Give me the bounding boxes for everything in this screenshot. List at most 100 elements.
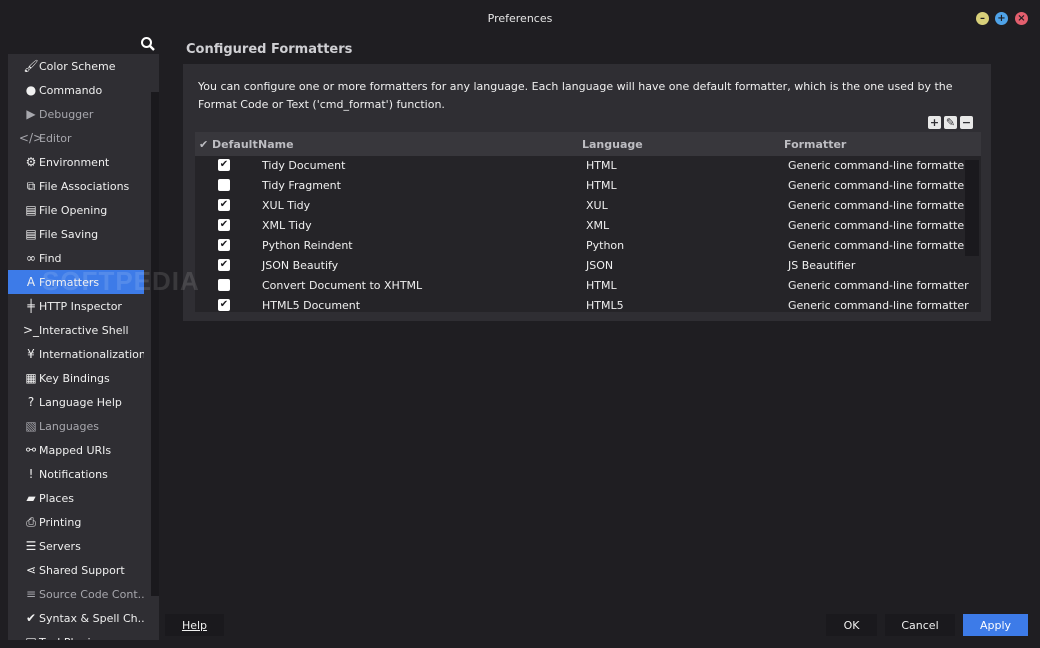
cell-name: Tidy Fragment [262, 179, 341, 192]
sidebar-item-commando[interactable]: ● Commando [8, 78, 144, 102]
printer-icon: ⎙ [26, 514, 36, 529]
cell-language: JSON [586, 259, 614, 272]
server-icon: ☰ [25, 539, 37, 553]
cell-name: Python Reindent [262, 239, 353, 252]
sidebar-item-mapped-uris[interactable]: ⚯ Mapped URIs [8, 438, 144, 462]
code-icon: </> [18, 131, 44, 145]
table-row[interactable]: Tidy Fragment HTML Generic command-line fo… [195, 176, 981, 196]
sidebar-item-source-code-cont[interactable]: ≡ Source Code Cont... [8, 582, 144, 606]
sidebar-item-label: File Saving [39, 227, 99, 241]
cancel-button[interactable]: Cancel [885, 614, 955, 636]
description-text: You can configure one or more formatters… [198, 80, 953, 111]
default-checkbox[interactable] [218, 179, 230, 191]
header-default[interactable]: ✔ Default [199, 138, 258, 151]
sidebar-item-internationalization[interactable]: ¥ Internationalization [8, 342, 144, 366]
sidebar-item-label: Key Bindings [39, 371, 110, 385]
sidebar-item-label: Notifications [39, 467, 108, 481]
default-checkbox[interactable]: ✔ [218, 299, 230, 311]
font-icon: A [26, 275, 36, 289]
sidebar-item-notifications[interactable]: ! Notifications [8, 462, 144, 486]
sidebar-item-http-inspector[interactable]: ╪ HTTP Inspector [8, 294, 144, 318]
table-row[interactable]: ✔ XML Tidy XML Generic command-line formatt… [195, 216, 981, 236]
sidebar-item-label: File Associations [39, 179, 130, 193]
sidebar-item-editor[interactable]: </> Editor [8, 126, 144, 150]
apply-button[interactable]: Apply [963, 614, 1028, 636]
table-row[interactable]: Convert Document to XHTML HTML Generic com… [195, 276, 981, 296]
table-row[interactable]: ✔ XUL Tidy XUL Generic command-line formatt… [195, 196, 981, 216]
cell-formatter: JS Beautifier [788, 259, 856, 272]
cell-language: XUL [586, 199, 608, 212]
sidebar-item-tool-plugins[interactable]: ▣Tool Plugins [8, 630, 144, 640]
table-row[interactable]: ✔ JSON Beautify JSON JS Beautifier [195, 256, 981, 276]
table-row[interactable]: ✔ Tidy Document HTML Generic command-line f… [195, 156, 981, 176]
table-scrollbar[interactable] [965, 160, 979, 256]
cell-name: XUL Tidy [262, 199, 311, 212]
cell-language: HTML5 [586, 299, 624, 312]
sidebar-item-language-help[interactable]: ? Language Help [8, 390, 144, 414]
sidebar-item-label: Commando [39, 83, 103, 97]
cell-formatter: Generic command-line formatter [788, 159, 969, 172]
sidebar-item-label: Mapped URIs [39, 443, 112, 457]
formatters-panel: You can configure one or more formatters… [183, 64, 991, 321]
sidebar-item-debugger[interactable]: ▶ Debugger [8, 102, 144, 126]
default-checkbox[interactable]: ✔ [218, 219, 230, 231]
help-icon: ? [27, 395, 35, 409]
default-checkbox[interactable]: ✔ [218, 259, 230, 271]
cell-name: XML Tidy [262, 219, 312, 232]
sidebar-item-interactive-shell[interactable]: >_ Interactive Shell [8, 318, 144, 342]
header-name[interactable]: Name [258, 138, 294, 151]
add-icon[interactable]: + [928, 116, 941, 129]
yen-icon: ¥ [27, 347, 35, 361]
table-row[interactable]: ✔ Python Reindent Python Generic command-li… [195, 236, 981, 256]
sidebar-item-file-opening[interactable]: ▤ File Opening [8, 198, 144, 222]
plugin-icon: ▣ [24, 635, 38, 640]
sidebar-item-label: Editor [39, 131, 72, 145]
sidebar-item-servers[interactable]: ☰ Servers [8, 534, 144, 558]
file-save-icon: ▤ [25, 227, 37, 241]
remove-icon[interactable]: − [960, 116, 973, 129]
header-language[interactable]: Language [582, 138, 643, 151]
sidebar-item-color-scheme[interactable]: 🖌 Color Scheme [8, 54, 144, 78]
header-formatter[interactable]: Formatter [784, 138, 846, 151]
maximize-icon[interactable]: + [995, 12, 1008, 25]
sidebar-item-environment[interactable]: ⚙ Environment [8, 150, 144, 174]
minimize-icon[interactable]: – [976, 12, 989, 25]
sliders-icon: ╪ [27, 299, 35, 313]
sidebar-item-syntax-spell-ch[interactable]: ✔ Syntax & Spell Ch... [8, 606, 144, 630]
sidebar-item-languages[interactable]: ▧ Languages [8, 414, 144, 438]
help-button[interactable]: Help [165, 614, 224, 636]
keyboard-icon: ▦ [25, 371, 37, 385]
folder-icon: ▰ [26, 491, 36, 505]
search-icon[interactable] [140, 36, 156, 52]
default-checkbox[interactable]: ✔ [218, 239, 230, 251]
alert-icon: ! [28, 467, 34, 481]
watermark: SOFTPEDIA [42, 266, 200, 296]
sidebar-item-file-associations[interactable]: ⧉ File Associations [8, 174, 144, 198]
window-title: Preferences [487, 11, 553, 25]
default-checkbox[interactable]: ✔ [218, 199, 230, 211]
default-checkbox[interactable] [218, 279, 230, 291]
sidebar-item-label: Color Scheme [39, 59, 116, 73]
sidebar-item-label: Interactive Shell [39, 323, 129, 337]
cell-language: HTML [586, 159, 617, 172]
cell-formatter: Generic command-line formatter [788, 179, 969, 192]
file-icon: ▤ [25, 203, 37, 217]
cell-language: HTML [586, 179, 617, 192]
sidebar-item-places[interactable]: ▰ Places [8, 486, 144, 510]
sidebar-item-file-saving[interactable]: ▤ File Saving [8, 222, 144, 246]
sidebar-scrollbar[interactable] [151, 92, 159, 596]
edit-icon[interactable]: ✎ [944, 116, 957, 129]
sidebar-item-label: Debugger [39, 107, 94, 121]
sidebar-item-printing[interactable]: ⎙ Printing [8, 510, 144, 534]
sidebar-search[interactable] [8, 34, 159, 54]
brush-icon: 🖌 [23, 59, 39, 73]
close-icon[interactable]: × [1015, 12, 1028, 25]
ok-button[interactable]: OK [826, 614, 877, 636]
table-row[interactable]: ✔ HTML5 Document HTML5 Generic command-line… [195, 296, 981, 312]
sidebar-item-shared-support[interactable]: ⋖ Shared Support [8, 558, 144, 582]
sidebar-item-label: Source Code Cont... [39, 587, 144, 601]
sidebar-item-label: Places [39, 491, 74, 505]
sidebar-item-key-bindings[interactable]: ▦ Key Bindings [8, 366, 144, 390]
sidebar-item-label: HTTP Inspector [39, 299, 122, 313]
default-checkbox[interactable]: ✔ [218, 159, 230, 171]
